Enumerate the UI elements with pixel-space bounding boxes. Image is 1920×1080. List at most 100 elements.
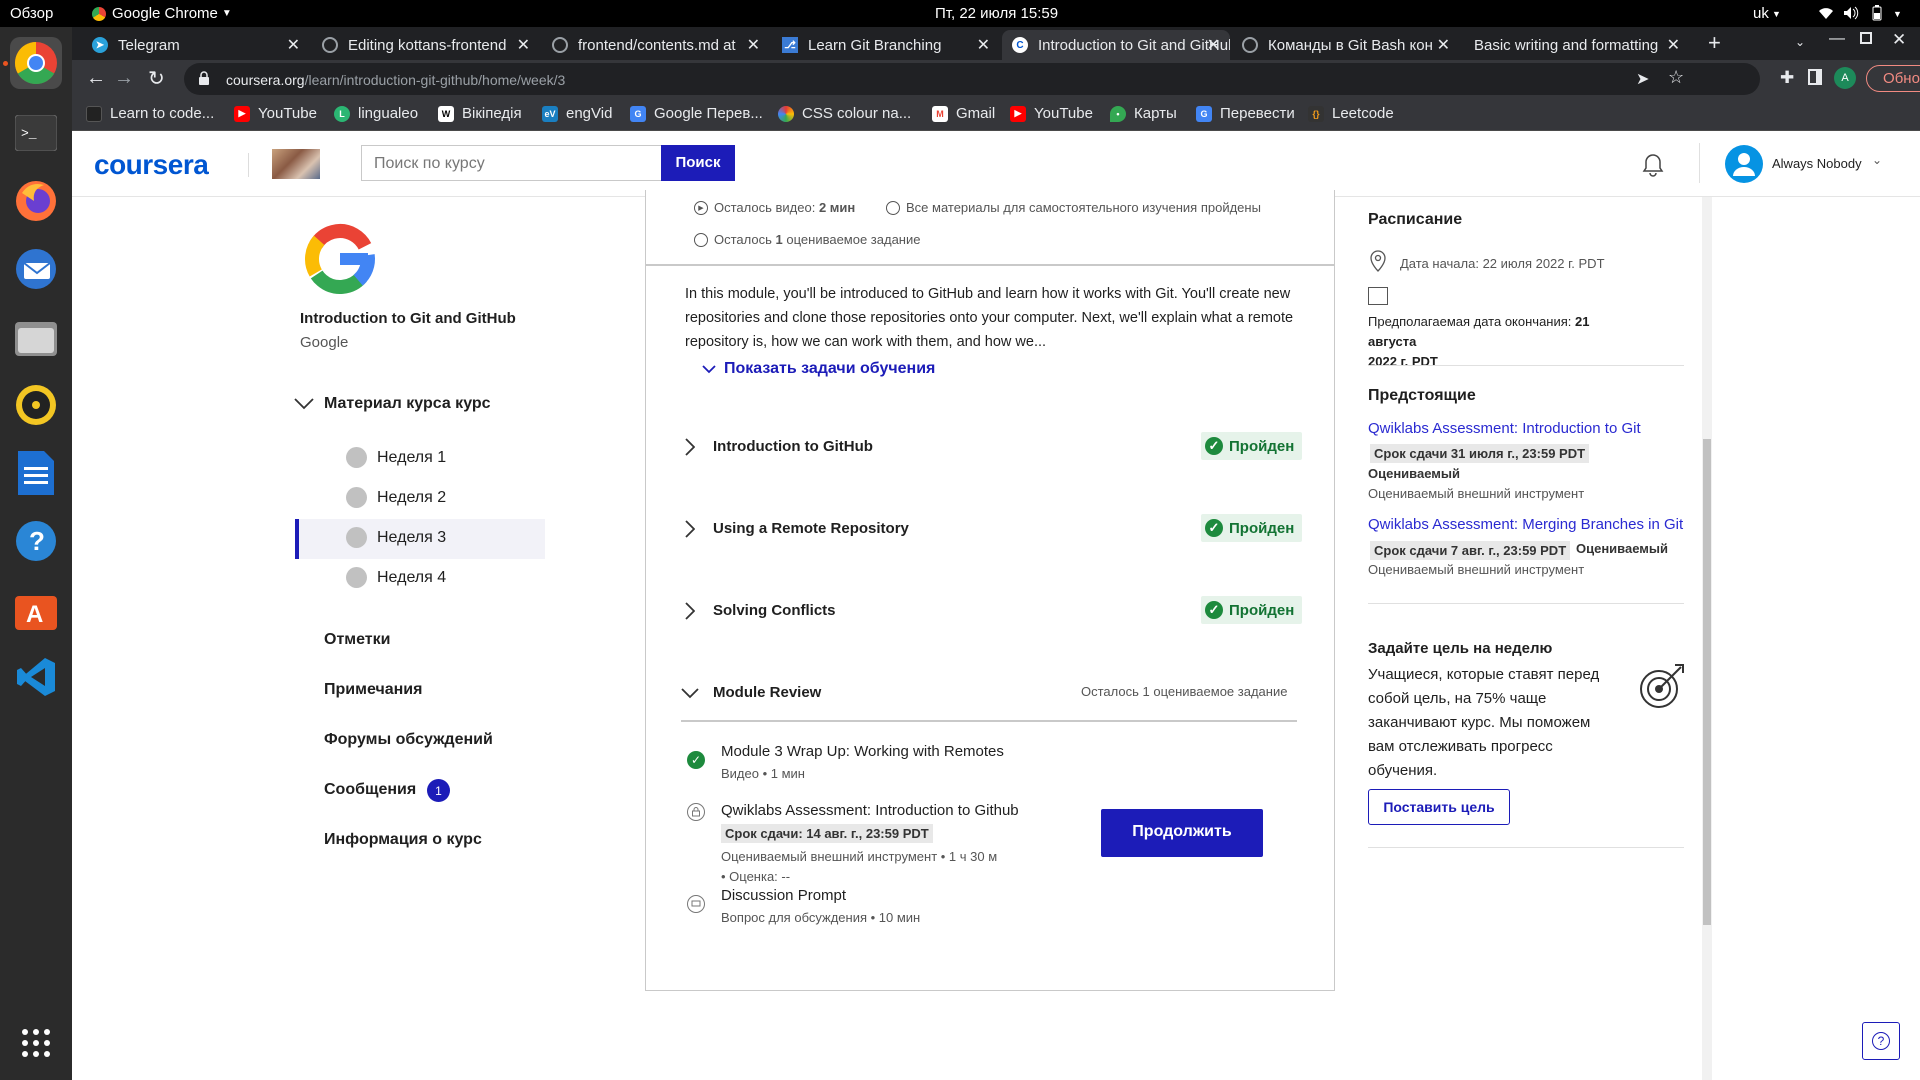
week-link[interactable]: Неделя 2 bbox=[346, 487, 446, 508]
week-link[interactable]: Неделя 4 bbox=[346, 567, 446, 588]
chrome-icon[interactable] bbox=[10, 37, 62, 89]
bookmark-label: Google Перев... bbox=[654, 105, 763, 122]
bookmark[interactable]: M Gmail bbox=[932, 105, 995, 122]
terminal-icon[interactable]: >_ bbox=[10, 107, 62, 159]
vscode-icon[interactable] bbox=[10, 651, 62, 703]
wifi-icon[interactable] bbox=[1818, 6, 1834, 20]
chevron-down-icon[interactable]: ⌄ bbox=[1872, 153, 1882, 167]
bell-icon[interactable] bbox=[1642, 153, 1664, 177]
coursera-icon: C bbox=[1012, 37, 1028, 53]
rhythmbox-icon[interactable] bbox=[10, 379, 62, 431]
firefox-icon[interactable] bbox=[10, 175, 62, 227]
close-icon[interactable]: ✕ bbox=[977, 35, 990, 55]
scrollbar-thumb[interactable] bbox=[1703, 439, 1711, 925]
files-icon[interactable] bbox=[10, 311, 62, 363]
forward-icon[interactable]: → bbox=[114, 67, 134, 90]
update-chrome-button[interactable]: Обновить bbox=[1866, 65, 1920, 92]
tab[interactable]: Команды в Git Bash кон ✕ bbox=[1232, 30, 1460, 60]
week-link-active[interactable]: Неделя 3 bbox=[346, 527, 446, 548]
tab[interactable]: frontend/contents.md at ✕ bbox=[542, 30, 770, 60]
back-icon[interactable]: ← bbox=[86, 67, 106, 90]
url-path: /learn/introduction-git-github/home/week… bbox=[304, 72, 566, 88]
nav-forums[interactable]: Форумы обсуждений bbox=[324, 731, 493, 749]
app-menu[interactable]: Google Chrome ▼ bbox=[92, 5, 232, 22]
coursera-logo[interactable]: coursera bbox=[94, 149, 209, 181]
close-icon[interactable]: ✕ bbox=[747, 35, 760, 55]
bookmark[interactable]: Learn to code... bbox=[86, 105, 214, 122]
course-title[interactable]: Introduction to Git and GitHub bbox=[300, 310, 516, 327]
apps-grid-icon[interactable] bbox=[10, 1017, 62, 1069]
avatar[interactable] bbox=[1725, 145, 1763, 183]
close-icon[interactable]: ✕ bbox=[1667, 35, 1680, 55]
tab[interactable]: Editing kottans-frontend ✕ bbox=[312, 30, 540, 60]
new-tab-icon[interactable]: + bbox=[1708, 30, 1721, 56]
maximize-icon[interactable] bbox=[1860, 32, 1872, 44]
bookmark[interactable]: • Карты bbox=[1110, 105, 1177, 122]
software-icon[interactable]: A bbox=[10, 583, 62, 635]
bookmark[interactable]: G Google Перев... bbox=[630, 105, 763, 122]
bookmark-star-icon[interactable]: ☆ bbox=[1668, 67, 1684, 88]
extensions-icon[interactable]: ✚ bbox=[1780, 68, 1794, 88]
nav-course-info[interactable]: Информация о курс bbox=[324, 831, 482, 849]
status-badge: ✓ Пройден bbox=[1201, 514, 1303, 542]
tab[interactable]: Basic writing and formatting ✕ bbox=[1462, 30, 1690, 60]
reading-list-icon[interactable] bbox=[1808, 69, 1822, 85]
close-icon[interactable]: ✕ bbox=[1207, 35, 1220, 55]
course-material-toggle[interactable]: Материал курса курс bbox=[294, 395, 491, 413]
close-icon[interactable]: ✕ bbox=[517, 35, 530, 55]
tab[interactable]: ➤ Telegram ✕ bbox=[82, 30, 310, 60]
nav-messages[interactable]: Сообщения bbox=[324, 781, 416, 799]
due-date-tag: Срок сдачи 31 июля г., 23:59 PDT bbox=[1370, 444, 1590, 463]
reload-icon[interactable]: ↻ bbox=[148, 66, 165, 91]
chevron-right-icon bbox=[685, 602, 695, 620]
university-logo[interactable] bbox=[272, 149, 320, 179]
show-objectives-link[interactable]: Показать задачи обучения bbox=[702, 360, 935, 378]
scrollbar[interactable] bbox=[1702, 197, 1712, 1080]
minimize-icon[interactable]: — bbox=[1829, 30, 1845, 48]
chevron-down-icon bbox=[702, 364, 716, 374]
tab[interactable]: ⎇ Learn Git Branching ✕ bbox=[772, 30, 1000, 60]
writer-icon[interactable] bbox=[10, 447, 62, 499]
upcoming-link[interactable]: Qwiklabs Assessment: Introduction to Git bbox=[1368, 420, 1641, 437]
system-menu-caret-icon[interactable]: ▼ bbox=[1893, 9, 1902, 19]
check-circle-icon: ✓ bbox=[687, 751, 705, 769]
bookmark[interactable]: {} Leetcode bbox=[1308, 105, 1394, 122]
continue-button[interactable]: Продолжить bbox=[1101, 809, 1263, 857]
set-goal-button[interactable]: Поставить цель bbox=[1368, 789, 1510, 825]
nav-grades[interactable]: Отметки bbox=[324, 631, 390, 649]
help-button[interactable]: ? bbox=[1862, 1022, 1900, 1060]
week-link[interactable]: Неделя 1 bbox=[346, 447, 446, 468]
review-item-meta: Видео • 1 мин bbox=[721, 766, 805, 781]
bookmark[interactable]: Llingualeo bbox=[334, 105, 418, 122]
volume-icon[interactable] bbox=[1843, 6, 1859, 20]
bookmark[interactable]: eV engVid bbox=[542, 105, 612, 122]
profile-avatar[interactable]: A bbox=[1834, 67, 1856, 89]
close-window-icon[interactable]: ✕ bbox=[1892, 30, 1906, 50]
clock[interactable]: Пт, 22 июля 15:59 bbox=[935, 5, 1058, 22]
lock-icon[interactable] bbox=[198, 71, 210, 85]
bookmark[interactable]: W Вікіпедія bbox=[438, 105, 522, 122]
chevron-down-icon bbox=[681, 688, 699, 699]
upcoming-link[interactable]: Qwiklabs Assessment: Merging Branches in… bbox=[1368, 516, 1683, 533]
nav-notes[interactable]: Примечания bbox=[324, 681, 422, 699]
goal-title: Задайте цель на неделю bbox=[1368, 640, 1553, 657]
thunderbird-icon[interactable] bbox=[10, 243, 62, 295]
close-icon[interactable]: ✕ bbox=[1437, 35, 1450, 55]
tab-active[interactable]: C Introduction to Git and GitHub ✕ bbox=[1002, 30, 1230, 60]
send-icon[interactable]: ➤ bbox=[1636, 69, 1649, 89]
user-name[interactable]: Always Nobody bbox=[1772, 156, 1862, 171]
search-button[interactable]: Поиск bbox=[661, 145, 735, 181]
activities-button[interactable]: Обзор bbox=[10, 5, 53, 22]
search-input[interactable]: Поиск по курсу bbox=[361, 145, 663, 181]
tab-search-icon[interactable]: ⌄ bbox=[1795, 35, 1805, 49]
address-bar[interactable]: coursera.org/learn/introduction-git-gith… bbox=[184, 63, 1760, 95]
bookmark[interactable]: G Перевести bbox=[1196, 105, 1295, 122]
help-icon[interactable]: ? bbox=[10, 515, 62, 567]
close-icon[interactable]: ✕ bbox=[287, 35, 300, 55]
caret-down-icon: ▼ bbox=[1772, 9, 1781, 19]
bookmark[interactable]: ▶ YouTube bbox=[1010, 105, 1093, 122]
bookmark[interactable]: CSS colour na... bbox=[778, 105, 911, 122]
battery-icon[interactable] bbox=[1872, 5, 1882, 21]
keyboard-layout[interactable]: uk bbox=[1753, 5, 1769, 22]
bookmark[interactable]: ▶ YouTube bbox=[234, 105, 317, 122]
